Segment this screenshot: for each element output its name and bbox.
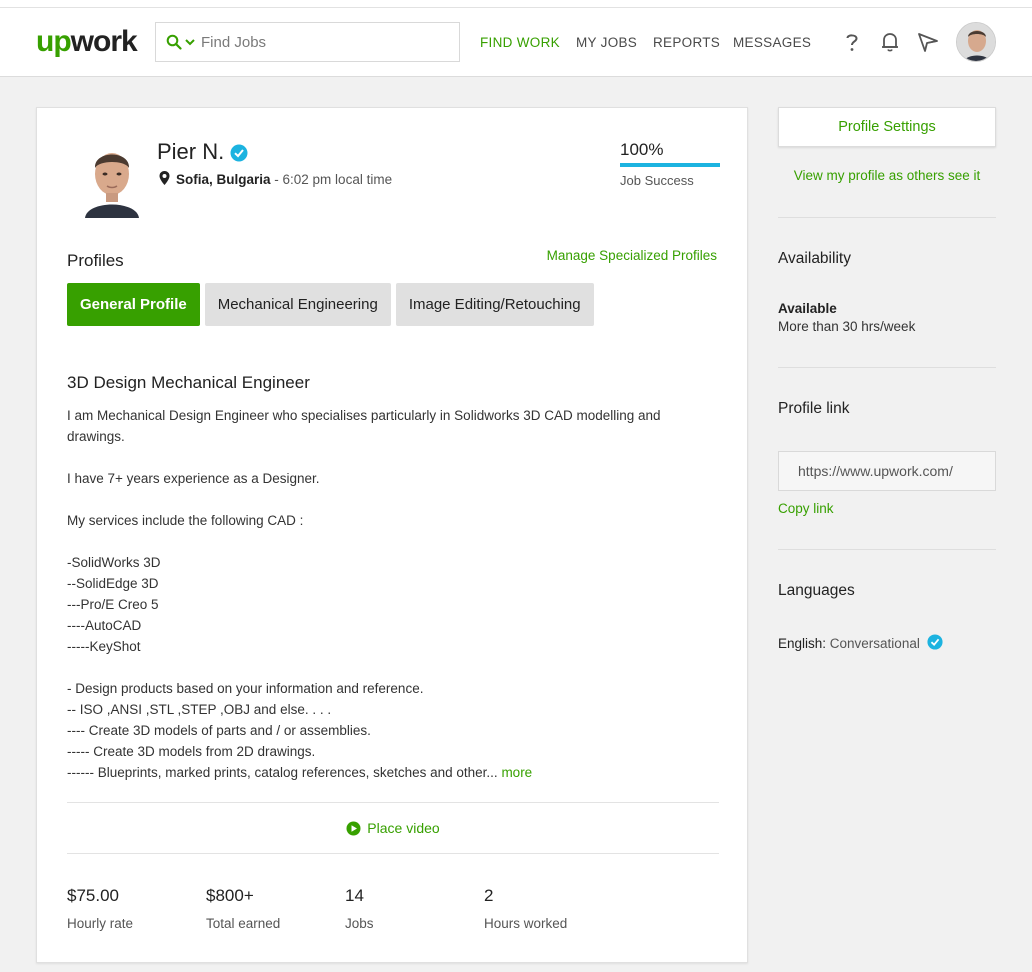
job-success-label: Job Success [620,173,694,188]
divider [67,802,719,803]
search-box [155,22,460,62]
stat-label: Hours worked [484,916,568,931]
job-success-bar [620,163,720,167]
availability-heading: Availability [778,250,851,267]
nav-messages[interactable]: MESSAGES [733,35,811,50]
nav-my-jobs[interactable]: MY JOBS [576,35,637,50]
view-profile-as-others-link[interactable]: View my profile as others see it [778,168,996,183]
overview-line: - Design products based on your informat… [67,681,424,696]
copy-link-button[interactable]: Copy link [778,501,834,516]
profile-settings-button[interactable]: Profile Settings [778,107,996,147]
sidebar-divider [778,549,996,550]
profile-name: Pier N. [157,139,248,165]
verified-badge-icon [230,144,248,162]
overview-line [67,489,687,510]
verified-badge-icon [927,634,943,650]
profile-overview: I am Mechanical Design Engineer who spec… [67,405,687,783]
profile-location: Sofia, Bulgaria - 6:02 pm local time [159,171,392,187]
location-pin-icon [159,171,170,185]
profile-title: 3D Design Mechanical Engineer [67,373,310,392]
stat-total-earned: $800+ Total earned [206,886,280,931]
job-success-value: 100% [620,140,664,159]
stat-hours-worked: 2 Hours worked [484,886,567,931]
profile-tabs: General Profile Mechanical Engineering I… [67,283,594,326]
stat-label: Jobs [345,916,374,931]
job-success-meter: 100% Job Success [620,140,720,188]
play-icon [346,821,361,836]
sidebar-divider [778,217,996,218]
language-level: Conversational [826,636,920,651]
divider [67,853,719,854]
tab-image-editing[interactable]: Image Editing/Retouching [395,283,594,326]
search-input[interactable] [201,31,451,53]
manage-specialized-profiles-link[interactable]: Manage Specialized Profiles [547,248,717,263]
sidebar-divider [778,367,996,368]
logo-up: up [36,25,72,58]
profiles-heading: Profiles [67,251,124,270]
stat-jobs: 14 Jobs [345,886,374,931]
overview-line: -- ISO ,ANSI ,STL ,STEP ,OBJ and else. .… [67,702,332,717]
overview-last-line: ------ Blueprints, marked prints, catalo… [67,762,687,783]
help-icon[interactable] [840,30,864,54]
overview-last-line-text: ------ Blueprints, marked prints, catalo… [67,765,502,780]
nav-find-work[interactable]: FIND WORK [480,35,560,50]
search-icon[interactable] [166,34,182,50]
overview-line [67,447,687,468]
stat-value: $75.00 [67,886,119,905]
stat-value: $800+ [206,886,254,905]
profile-name-text: Pier N. [157,139,225,164]
nav-reports[interactable]: REPORTS [653,35,720,50]
stat-label: Total earned [206,916,281,931]
stat-label: Hourly rate [67,916,134,931]
overview-line: -----KeyShot [67,639,141,654]
tab-mechanical-engineering[interactable]: Mechanical Engineering [204,283,391,326]
upwork-logo[interactable]: upwork [36,24,138,60]
location-city: Sofia, Bulgaria [176,172,271,187]
more-link[interactable]: more [501,765,532,780]
place-video-label: Place video [367,820,440,836]
tab-general-profile[interactable]: General Profile [67,283,200,326]
top-navigation-bar: upwork FIND WORK MY JOBS REPORTS MESSAGE… [0,8,1032,77]
job-success-bar-fill [620,163,720,167]
language-name: English: [778,636,827,651]
stat-hourly-rate: $75.00 Hourly rate [67,886,133,931]
overview-line: -SolidWorks 3D [67,555,161,570]
profile-link-field[interactable]: https://www.upwork.com/ [778,451,996,491]
availability-hours: More than 30 hrs/week [778,319,916,334]
overview-line: --SolidEdge 3D [67,576,159,591]
overview-line [67,531,687,552]
overview-line: ----- Create 3D models from 2D drawings. [67,744,316,759]
local-time: - 6:02 pm local time [270,172,393,187]
bell-icon[interactable] [878,30,902,54]
profile-photo [77,138,147,218]
avatar-image [957,23,995,61]
logo-work: work [70,25,138,58]
top-border [0,0,1032,8]
language-item: English: Conversational [778,634,943,651]
overview-line: ----AutoCAD [67,618,142,633]
send-icon[interactable] [916,30,940,54]
overview-line: My services include the following CAD : [67,513,304,528]
profile-card: Pier N. Sofia, Bulgaria - 6:02 pm local … [36,107,748,963]
overview-line: ---Pro/E Creo 5 [67,597,159,612]
availability-status: Available [778,301,837,316]
stat-value: 2 [484,886,494,905]
stat-value: 14 [345,886,364,905]
user-avatar-menu[interactable] [956,22,996,62]
overview-line [67,657,687,678]
overview-line: I have 7+ years experience as a Designer… [67,471,320,486]
overview-line: ---- Create 3D models of parts and / or … [67,723,371,738]
profile-link-heading: Profile link [778,400,850,417]
overview-line: I am Mechanical Design Engineer who spec… [67,408,661,444]
chevron-down-icon[interactable] [184,35,196,49]
place-video-link[interactable]: Place video [37,820,749,836]
languages-heading: Languages [778,582,855,599]
